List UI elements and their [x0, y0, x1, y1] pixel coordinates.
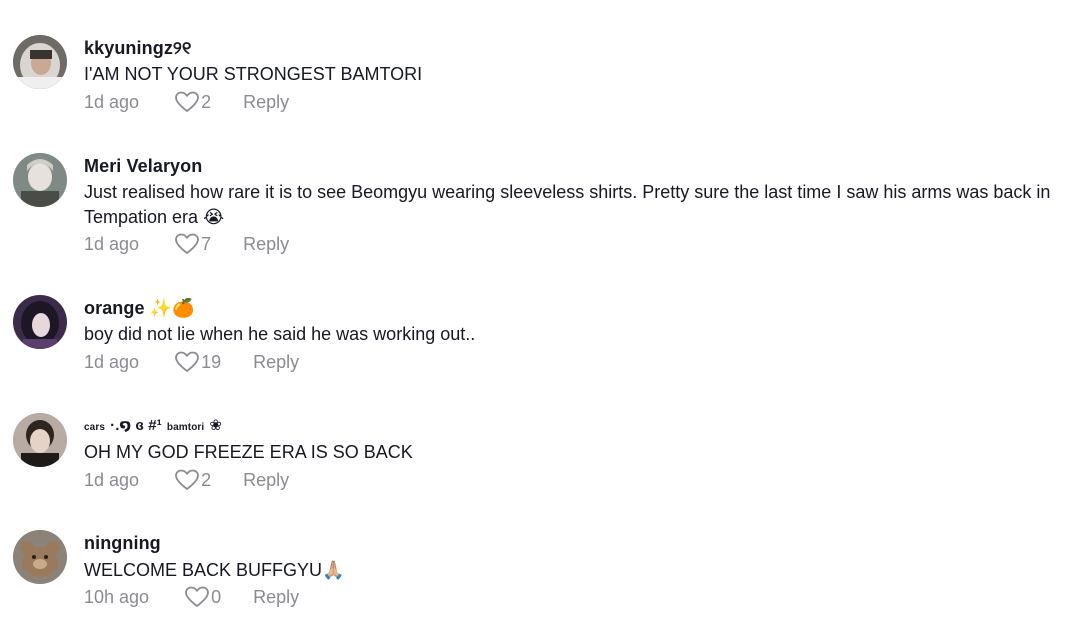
heart-outline-icon — [185, 586, 209, 607]
username-part: cars — [84, 422, 105, 433]
heart-outline-icon — [175, 233, 199, 254]
comment-time: 10h ago — [84, 586, 150, 607]
comment-meta: 1d ago 19 Reply — [84, 351, 299, 373]
comment-username[interactable]: kkyuningz୨୧ — [84, 38, 191, 59]
avatar-image — [13, 413, 67, 467]
comment-username[interactable]: cars ·.໑ ɞ #¹ bamtori ❀ — [84, 414, 222, 435]
comment-text: OH MY GOD FREEZE ERA IS SO BACK — [84, 442, 413, 462]
comment-username[interactable]: orange ✨🍊 — [84, 298, 195, 319]
reply-button[interactable]: Reply — [253, 587, 299, 608]
avatar-image — [13, 530, 67, 584]
comment-time: 1d ago — [84, 233, 140, 254]
username-part: ·.໑ ɞ #¹ — [110, 417, 162, 434]
like-count: 7 — [201, 233, 212, 254]
comment-text: Just realised how rare it is to see Beom… — [84, 182, 1051, 227]
comment-username[interactable]: ningning — [84, 533, 161, 554]
like-button[interactable]: 0 — [185, 586, 221, 608]
reply-button[interactable]: Reply — [243, 470, 289, 491]
comment-meta: 10h ago 0 Reply — [84, 586, 299, 608]
like-button[interactable]: 19 — [175, 351, 221, 373]
reply-button[interactable]: Reply — [253, 352, 299, 373]
avatar-image — [13, 153, 67, 207]
avatar[interactable] — [13, 530, 67, 584]
comment-username[interactable]: Meri Velaryon — [84, 156, 202, 177]
heart-outline-icon — [175, 91, 199, 112]
heart-outline-icon — [175, 469, 199, 490]
username-part: bamtori — [166, 422, 205, 433]
comment-text: boy did not lie when he said he was work… — [84, 324, 476, 344]
comment-meta: 1d ago 7 Reply — [84, 233, 289, 255]
like-count: 0 — [211, 586, 222, 607]
like-button[interactable]: 7 — [175, 233, 211, 255]
like-count: 2 — [201, 91, 212, 112]
comment-text: I'AM NOT YOUR STRONGEST BAMTORI — [84, 64, 423, 84]
reply-button[interactable]: Reply — [243, 234, 289, 255]
avatar[interactable] — [13, 295, 67, 349]
like-button[interactable]: 2 — [175, 91, 211, 113]
heart-outline-icon — [175, 351, 199, 372]
comment-time: 1d ago — [84, 469, 140, 490]
like-count: 2 — [201, 469, 212, 490]
comment-meta: 1d ago 2 Reply — [84, 469, 289, 491]
avatar[interactable] — [13, 413, 67, 467]
comment-meta: 1d ago 2 Reply — [84, 91, 289, 113]
comment-time: 1d ago — [84, 351, 140, 372]
avatar-image — [13, 295, 67, 349]
avatar-image — [13, 35, 67, 89]
comment-time: 1d ago — [84, 91, 140, 112]
like-button[interactable]: 2 — [175, 469, 211, 491]
comment-text: WELCOME BACK BUFFGYU🙏🏼 — [84, 560, 345, 580]
reply-button[interactable]: Reply — [243, 92, 289, 113]
avatar[interactable] — [13, 153, 67, 207]
username-part: ❀ — [209, 417, 223, 434]
avatar[interactable] — [13, 35, 67, 89]
like-count: 19 — [201, 351, 222, 372]
